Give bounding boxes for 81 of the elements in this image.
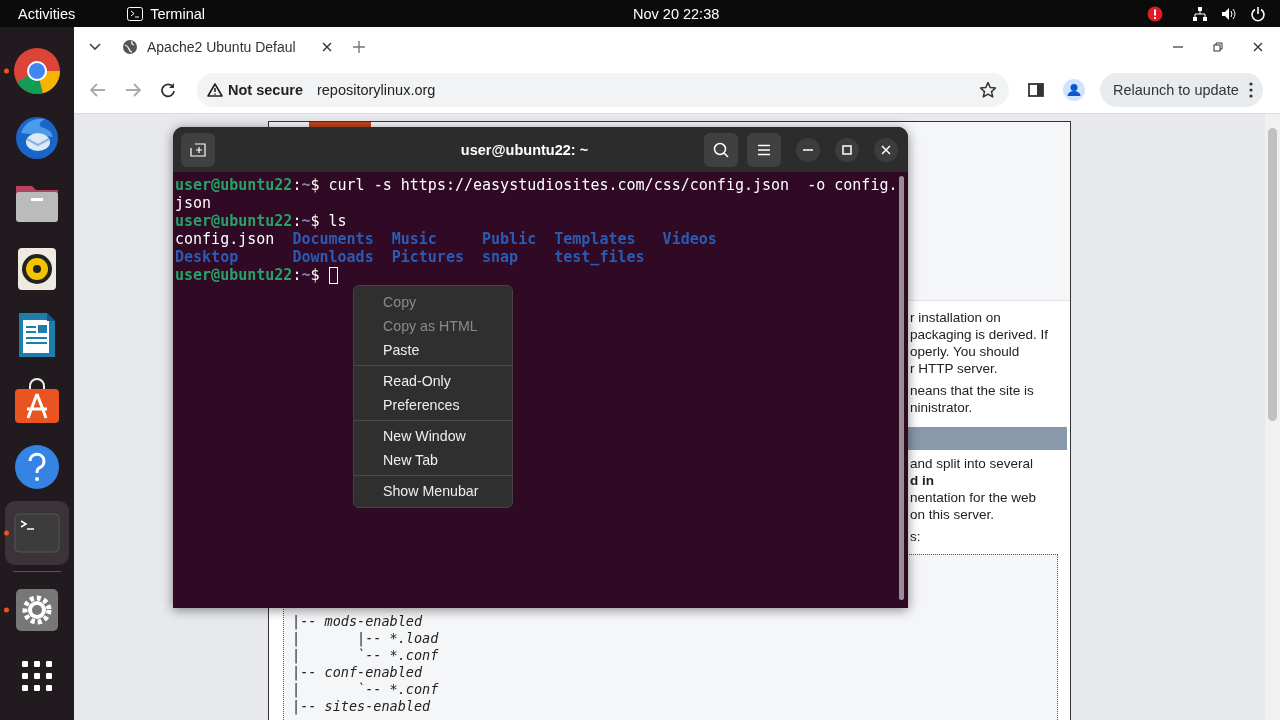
side-panel-icon[interactable] [1028, 82, 1044, 97]
directory-name: test_files [554, 248, 645, 266]
code-line: | `-- *.conf [292, 681, 439, 698]
shopping-bag-icon [14, 378, 60, 424]
window-title: user@ubuntu22: ~ [460, 141, 589, 158]
search-icon [713, 141, 729, 158]
star-icon[interactable] [979, 80, 997, 99]
power-icon[interactable] [1250, 5, 1266, 22]
browser-tab[interactable]: Apache2 Ubuntu Defaul [118, 38, 338, 55]
settings-icon [15, 588, 59, 632]
directory-name: Music [391, 230, 437, 248]
code-line: | |-- *.load [292, 630, 439, 647]
code-line: |-- sites-enabled [292, 698, 431, 715]
address-bar[interactable]: Not secure repositorylinux.org [197, 72, 1009, 107]
minimize-icon [803, 148, 813, 151]
terminal-line: json [175, 194, 212, 212]
menu-item[interactable]: Paste [354, 338, 512, 362]
close-button[interactable] [874, 137, 898, 162]
minimize-button[interactable] [796, 137, 820, 162]
text-cursor [328, 266, 338, 284]
more-icon [1248, 81, 1253, 98]
paragraph: neans that the site is ninistrator. [910, 382, 1035, 416]
scrollbar-thumb[interactable] [1268, 128, 1277, 421]
close-icon [881, 144, 891, 155]
code-line: |-- conf-enabled [292, 664, 423, 681]
app-menu[interactable]: Terminal [150, 5, 205, 22]
tab-title: Apache2 Ubuntu Defaul [147, 38, 297, 55]
directory-name: Documents [292, 230, 374, 248]
network-icon[interactable] [1192, 5, 1208, 22]
code-line: |-- mods-enabled [292, 613, 423, 630]
scrollbar-thumb[interactable] [898, 176, 904, 600]
menu-button[interactable] [747, 132, 781, 167]
url-text: repositorylinux.org [316, 81, 436, 98]
directory-name: Templates [554, 230, 636, 248]
directory-name: Public [482, 230, 537, 248]
directory-name: Desktop [175, 248, 239, 266]
restore-icon[interactable] [1213, 41, 1223, 52]
paragraph: and split into several d in nentation for the web on this server. [910, 455, 1038, 523]
terminal-icon [127, 6, 144, 21]
file-name: config.json [175, 230, 275, 248]
help-icon [14, 444, 60, 490]
directory-name: Downloads [292, 248, 374, 266]
terminal-line: user@ubuntu22:~$ curl -s https://easystudiosites.com/css/config.json -o config. [175, 176, 898, 194]
security-label[interactable]: Not secure [228, 81, 303, 98]
close-icon[interactable] [1253, 41, 1263, 52]
new-tab-icon [190, 142, 206, 157]
close-icon[interactable] [322, 41, 332, 52]
menu-item[interactable]: New Window [354, 424, 512, 448]
menu-item[interactable]: Read-Only [354, 369, 512, 393]
browser-icon [13, 47, 61, 95]
directory-name: snap [482, 248, 519, 266]
warning-icon [207, 82, 223, 97]
directory-name: Pictures [391, 248, 464, 266]
globe-icon [122, 38, 138, 55]
document-icon [18, 312, 56, 358]
menu-item[interactable]: Show Menubar [354, 479, 512, 503]
search-button[interactable] [704, 132, 738, 167]
reload-icon[interactable] [160, 81, 176, 98]
new-tab-button[interactable] [181, 132, 215, 167]
alert-icon[interactable] [1147, 5, 1163, 22]
maximize-button[interactable] [835, 137, 859, 162]
chevron-down-icon[interactable] [89, 42, 101, 51]
profile-icon[interactable] [1063, 78, 1085, 101]
paragraph: s: [910, 528, 922, 545]
terminal-line: user@ubuntu22:~$ ls [175, 212, 347, 230]
directory-name: Videos [662, 230, 717, 248]
terminal-icon [14, 513, 60, 553]
code-line: | `-- *.conf [292, 647, 439, 664]
relaunch-button[interactable]: Relaunch to update [1100, 72, 1263, 107]
terminal-prompt: user@ubuntu22:~$ [175, 266, 320, 284]
minimize-icon[interactable] [1173, 45, 1183, 48]
paragraph: r installation on packaging is derived. If operly. You should r HTTP server. [910, 309, 1050, 377]
menu-item[interactable]: New Tab [354, 448, 512, 472]
menu-item[interactable]: Preferences [354, 393, 512, 417]
speaker-icon [17, 247, 57, 291]
clock[interactable]: Nov 20 22:38 [633, 5, 720, 22]
maximize-icon [842, 144, 852, 155]
menu-icon [757, 143, 771, 156]
app-grid-icon [21, 660, 53, 692]
new-tab-icon[interactable] [353, 40, 365, 53]
activities-button[interactable]: Activities [18, 5, 76, 22]
